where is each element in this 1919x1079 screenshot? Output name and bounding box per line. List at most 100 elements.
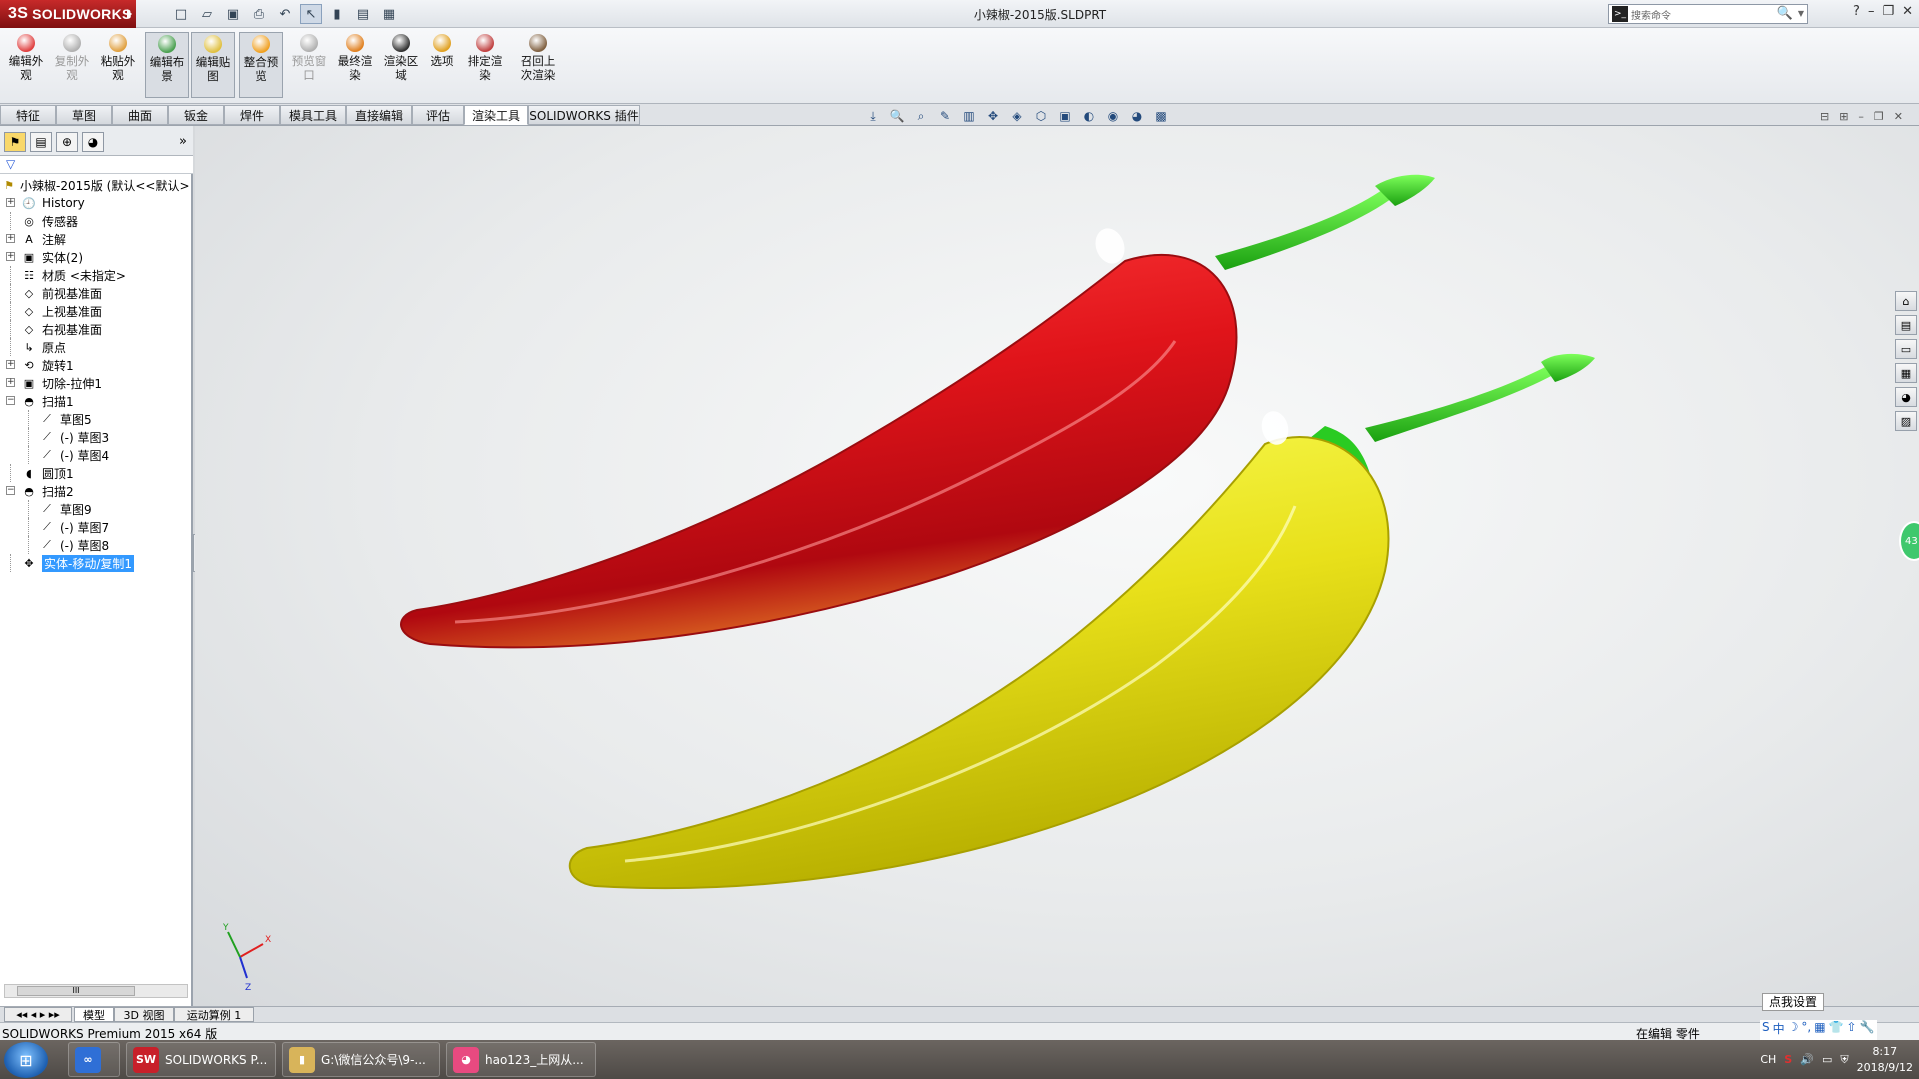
ime-icon-5[interactable]: 👕: [1829, 1020, 1844, 1040]
heads-up-icon-11[interactable]: ◕: [1128, 108, 1146, 124]
tab-3[interactable]: 钣金: [168, 105, 224, 125]
viewport-control-icon-2[interactable]: –: [1858, 110, 1864, 123]
tree-item[interactable]: ⟋ (-) 草图4: [0, 446, 193, 464]
taskbar-app-0[interactable]: ∞: [68, 1042, 120, 1077]
heads-up-icon-10[interactable]: ◉: [1104, 108, 1122, 124]
tree-expand-icon[interactable]: +: [6, 234, 15, 243]
tree-item[interactable]: ⟋ (-) 草图3: [0, 428, 193, 446]
heads-up-icon-6[interactable]: ◈: [1008, 108, 1026, 124]
tree-item[interactable]: ◇ 右视基准面: [0, 320, 193, 338]
tree-item[interactable]: ◇ 前视基准面: [0, 284, 193, 302]
bottom-tab-1[interactable]: 3D 视图: [114, 1007, 174, 1022]
network-icon[interactable]: ▭: [1822, 1053, 1832, 1066]
security-icon[interactable]: ⛨: [1840, 1053, 1848, 1067]
ime-icon-6[interactable]: ⇧: [1847, 1020, 1857, 1040]
tree-root[interactable]: ⚑ 小辣椒-2015版 (默认<<默认>: [0, 176, 193, 194]
ime-icon-3[interactable]: °,: [1801, 1020, 1811, 1040]
tab-nav-arrows[interactable]: ◂◂ ◂ ▸ ▸▸: [4, 1007, 72, 1022]
sogou-icon[interactable]: S: [1784, 1053, 1792, 1066]
minimize-button[interactable]: –: [1868, 4, 1875, 19]
heads-up-icon-1[interactable]: 🔍: [888, 108, 906, 124]
cmd-button-10[interactable]: 排定渲 染: [461, 32, 509, 98]
cmd-button-5[interactable]: 整合预 览: [239, 32, 283, 98]
cmd-button-11[interactable]: 召回上 次渲染: [512, 32, 564, 98]
select-icon[interactable]: ↖: [300, 4, 322, 24]
heads-up-icon-7[interactable]: ⬡: [1032, 108, 1050, 124]
tree-item[interactable]: + 🕘 History: [0, 194, 193, 212]
tree-filter[interactable]: ▽: [0, 156, 193, 174]
cmd-button-7[interactable]: 最终渲 染: [333, 32, 377, 98]
tree-item[interactable]: ✥ 实体-移动/复制1: [0, 554, 193, 572]
heads-up-icon-3[interactable]: ✎: [936, 108, 954, 124]
tree-item[interactable]: + ▣ 实体(2): [0, 248, 193, 266]
taskbar-app-1[interactable]: SW SOLIDWORKS P...: [126, 1042, 276, 1077]
tree-item[interactable]: ⟋ 草图9: [0, 500, 193, 518]
cmd-button-3[interactable]: 编辑布 景: [145, 32, 189, 98]
heads-up-icon-2[interactable]: ⌕: [912, 108, 930, 124]
task-pane-icon-0[interactable]: ⌂: [1895, 291, 1917, 311]
tab-9[interactable]: SOLIDWORKS 插件: [528, 105, 640, 125]
clock[interactable]: 8:17 2018/9/12: [1857, 1044, 1913, 1076]
save-icon[interactable]: ▣: [222, 4, 244, 24]
tree-expand-icon[interactable]: +: [6, 378, 15, 387]
tree-expand-icon[interactable]: −: [6, 396, 15, 405]
display-manager-tab-icon[interactable]: ◕: [82, 132, 104, 152]
tree-expand-icon[interactable]: +: [6, 252, 15, 261]
heads-up-icon-0[interactable]: ⤓: [864, 108, 882, 124]
search-icon[interactable]: 🔍: [1777, 6, 1793, 21]
tab-6[interactable]: 直接编辑: [346, 105, 412, 125]
tree-item[interactable]: ◖ 圆顶1: [0, 464, 193, 482]
new-doc-icon[interactable]: □: [170, 4, 192, 24]
cmd-button-2[interactable]: 粘贴外 观: [96, 32, 140, 98]
tab-8[interactable]: 渲染工具: [464, 105, 528, 125]
rebuild-icon[interactable]: ▮: [326, 4, 348, 24]
cmd-button-9[interactable]: 选项: [425, 32, 459, 98]
tree-expand-icon[interactable]: −: [6, 486, 15, 495]
ime-icon-0[interactable]: S: [1762, 1020, 1770, 1040]
viewport-control-icon-1[interactable]: ⊞: [1839, 110, 1848, 123]
tab-4[interactable]: 焊件: [224, 105, 280, 125]
bottom-tab-2[interactable]: 运动算例 1: [174, 1007, 254, 1022]
language-indicator[interactable]: CH: [1760, 1053, 1776, 1066]
tree-item[interactable]: + ⟲ 旋转1: [0, 356, 193, 374]
tab-7[interactable]: 评估: [412, 105, 464, 125]
ime-icon-7[interactable]: 🔧: [1860, 1020, 1875, 1040]
tab-2[interactable]: 曲面: [112, 105, 168, 125]
tree-item[interactable]: ⟋ 草图5: [0, 410, 193, 428]
scrollbar-thumb[interactable]: III: [17, 986, 135, 996]
tree-item[interactable]: − ◓ 扫描2: [0, 482, 193, 500]
heads-up-icon-5[interactable]: ✥: [984, 108, 1002, 124]
ime-icon-4[interactable]: ▦: [1814, 1020, 1825, 1040]
tree-item[interactable]: ⟋ (-) 草图7: [0, 518, 193, 536]
options-icon[interactable]: ▦: [378, 4, 400, 24]
tree-item[interactable]: ◇ 上视基准面: [0, 302, 193, 320]
search-dropdown-icon[interactable]: ▼: [1798, 9, 1804, 18]
taskbar-app-3[interactable]: ◕ hao123_上网从...: [446, 1042, 596, 1077]
heads-up-icon-4[interactable]: ▥: [960, 108, 978, 124]
file-props-icon[interactable]: ▤: [352, 4, 374, 24]
tree-item[interactable]: + ▣ 切除-拉伸1: [0, 374, 193, 392]
config-manager-tab-icon[interactable]: ⊕: [56, 132, 78, 152]
tab-5[interactable]: 模具工具: [280, 105, 346, 125]
viewport-control-icon-3[interactable]: ❐: [1874, 110, 1884, 123]
heads-up-icon-12[interactable]: ▩: [1152, 108, 1170, 124]
taskbar-app-2[interactable]: ▮ G:\微信公众号\9-...: [282, 1042, 440, 1077]
settings-tooltip[interactable]: 点我设置: [1762, 993, 1825, 1011]
volume-icon[interactable]: 🔊: [1800, 1053, 1814, 1066]
heads-up-icon-8[interactable]: ▣: [1056, 108, 1074, 124]
feature-manager-tab-icon[interactable]: ⚑: [4, 132, 26, 152]
tree-expand-icon[interactable]: +: [6, 198, 15, 207]
viewport-control-icon-4[interactable]: ✕: [1894, 110, 1903, 123]
bottom-tab-0[interactable]: 模型: [74, 1007, 114, 1022]
tab-0[interactable]: 特征: [0, 105, 56, 125]
start-button[interactable]: ⊞: [4, 1042, 48, 1078]
tree-item[interactable]: ◎ 传感器: [0, 212, 193, 230]
close-button[interactable]: ✕: [1902, 4, 1913, 19]
horizontal-scrollbar[interactable]: III: [4, 984, 188, 998]
open-icon[interactable]: ▱: [196, 4, 218, 24]
viewport-control-icon-0[interactable]: ⊟: [1820, 110, 1829, 123]
undo-icon[interactable]: ↶: [274, 4, 296, 24]
ime-icon-2[interactable]: ☽: [1788, 1020, 1799, 1040]
tab-1[interactable]: 草图: [56, 105, 112, 125]
cmd-button-4[interactable]: 编辑贴 图: [191, 32, 235, 98]
